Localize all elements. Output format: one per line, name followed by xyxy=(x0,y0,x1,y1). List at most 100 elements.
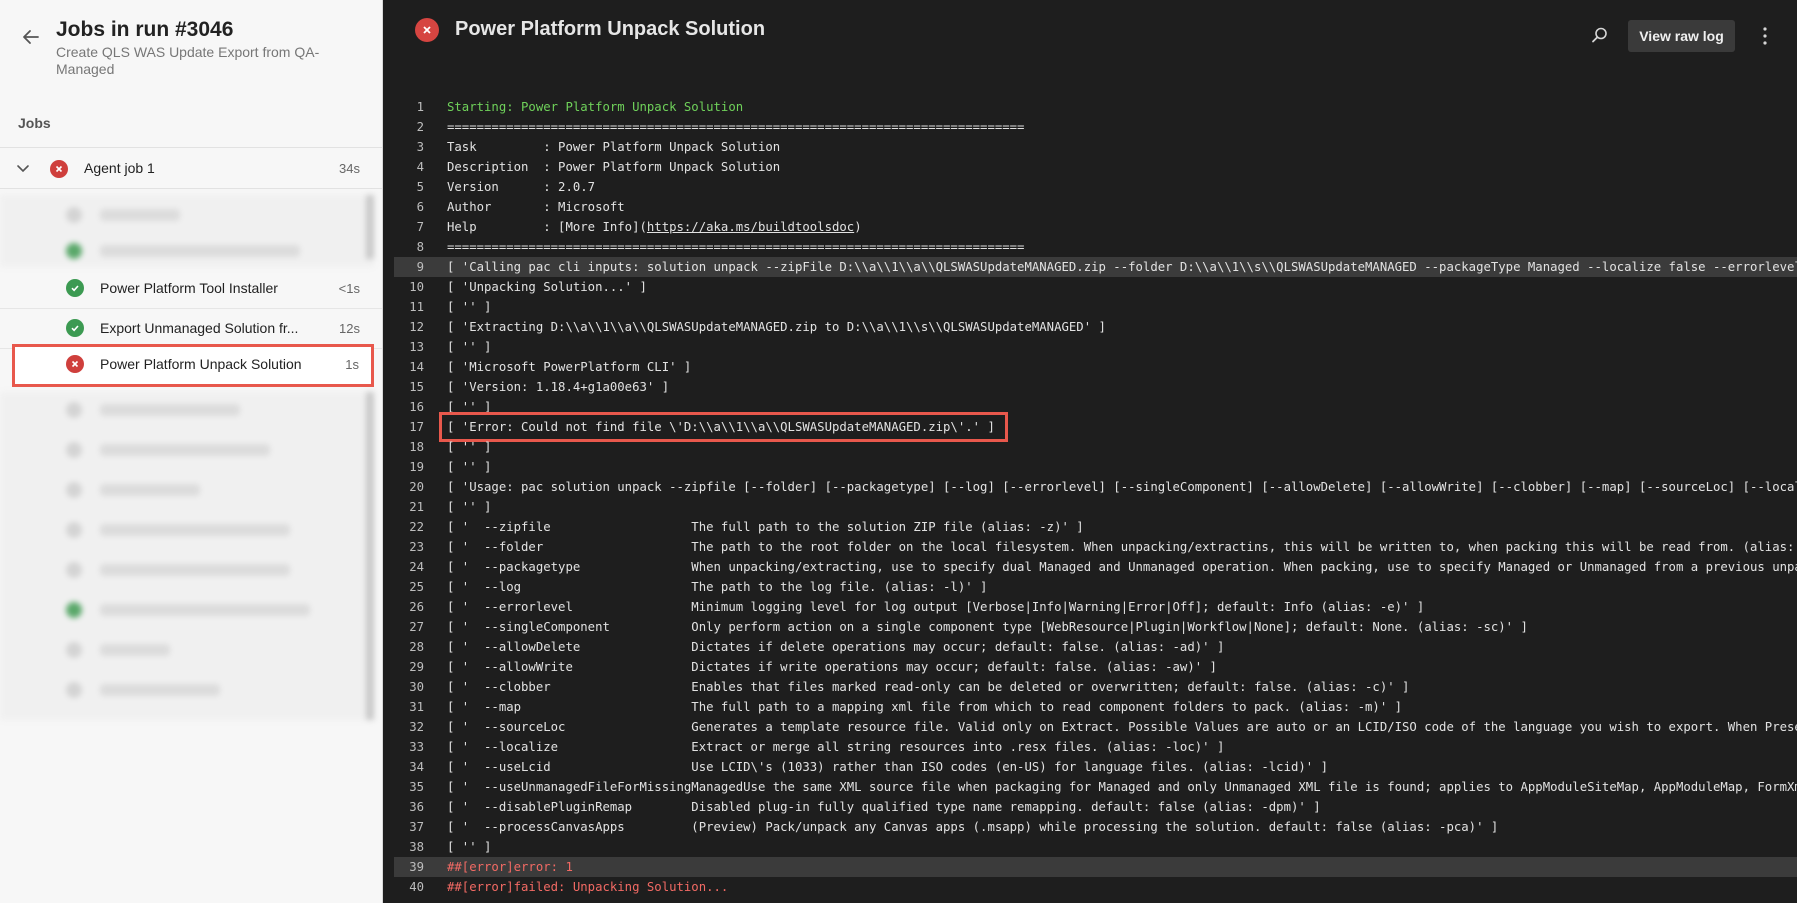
line-number: 6 xyxy=(416,200,424,214)
line-text: [ '' ] xyxy=(447,400,492,414)
line-number: 8 xyxy=(416,240,424,254)
step-duration: <1s xyxy=(338,281,360,296)
log-line: 5 Version : 2.0.7 xyxy=(394,177,1797,197)
help-link[interactable]: https://aka.ms/buildtoolsdoc xyxy=(647,220,854,234)
line-number: 37 xyxy=(409,820,424,834)
log-line: 10 [ 'Unpacking Solution...' ] xyxy=(394,277,1797,297)
step-label: Power Platform Unpack Solution xyxy=(100,356,302,372)
failed-icon xyxy=(66,355,84,373)
line-text: [ ' --useLcid Use LCID\'s (1033) rather … xyxy=(447,760,1328,774)
line-text: [ ' --errorlevel Minimum logging level f… xyxy=(447,600,1425,614)
line-number: 18 xyxy=(409,440,424,454)
search-icon[interactable] xyxy=(1591,26,1609,49)
line-number: 27 xyxy=(409,620,424,634)
log-line: 29 [ ' --allowWrite Dictates if write ope… xyxy=(394,657,1797,677)
line-number: 1 xyxy=(416,100,424,114)
log-line: 32 [ ' --sourceLoc Generates a template r… xyxy=(394,717,1797,737)
line-text: [ 'Extracting D:\\a\\1\\a\\QLSWASUpdateM… xyxy=(447,320,1106,334)
jobs-header: Jobs xyxy=(18,115,51,131)
line-text: [ '' ] xyxy=(447,500,492,514)
log-line: 33 [ ' --localize Extract or merge all st… xyxy=(394,737,1797,757)
line-text: Task : Power Platform Unpack Solution xyxy=(447,140,781,154)
line-number: 40 xyxy=(409,880,424,894)
line-number: 20 xyxy=(409,480,424,494)
line-text: [ ' --allowWrite Dictates if write opera… xyxy=(447,660,1217,674)
succeeded-icon xyxy=(66,319,84,337)
step-export-unmanaged[interactable]: Export Unmanaged Solution fr... 12s xyxy=(0,308,382,349)
succeeded-icon xyxy=(66,279,84,297)
failed-icon xyxy=(415,18,439,42)
line-number: 3 xyxy=(416,140,424,154)
log-line: 3 Task : Power Platform Unpack Solution xyxy=(394,137,1797,157)
line-number: 9 xyxy=(416,260,424,274)
step-tool-installer[interactable]: Power Platform Tool Installer <1s xyxy=(0,268,382,309)
log-line: 4 Description : Power Platform Unpack Sol… xyxy=(394,157,1797,177)
line-text: [ ' --sourceLoc Generates a template res… xyxy=(447,720,1797,734)
agent-job-row[interactable]: Agent job 1 34s xyxy=(0,147,382,189)
line-number: 30 xyxy=(409,680,424,694)
log-line: 6 Author : Microsoft xyxy=(394,197,1797,217)
log-line: 28 [ ' --allowDelete Dictates if delete o… xyxy=(394,637,1797,657)
log-line: 2 =======================================… xyxy=(394,117,1797,137)
line-text: [ '' ] xyxy=(447,300,492,314)
log-line: 37 [ ' --processCanvasApps (Preview) Pack… xyxy=(394,817,1797,837)
line-text: [ '' ] xyxy=(447,460,492,474)
log-line: 25 [ ' --log The path to the log file. (a… xyxy=(394,577,1797,597)
log-line: 21 [ '' ] xyxy=(394,497,1797,517)
log-line: 39 ##[error]error: 1 xyxy=(394,857,1797,877)
line-text: [ '' ] xyxy=(447,440,492,454)
more-vertical-icon[interactable] xyxy=(1761,26,1769,51)
line-number: 21 xyxy=(409,500,424,514)
line-number: 31 xyxy=(409,700,424,714)
line-number: 22 xyxy=(409,520,424,534)
log-line: 34 [ ' --useLcid Use LCID\'s (1033) rathe… xyxy=(394,757,1797,777)
line-number: 35 xyxy=(409,780,424,794)
line-text: [ ' --processCanvasApps (Preview) Pack/u… xyxy=(447,820,1499,834)
log-line: 17 [ 'Error: Could not find file \'D:\\a\… xyxy=(394,412,1797,442)
line-number: 32 xyxy=(409,720,424,734)
line-number: 39 xyxy=(409,860,424,874)
log-line: 12 [ 'Extracting D:\\a\\1\\a\\QLSWASUpdat… xyxy=(394,317,1797,337)
line-number: 5 xyxy=(416,180,424,194)
line-text: [ ' --folder The path to the root folder… xyxy=(447,540,1797,554)
log-output: 1 Starting: Power Platform Unpack Solutio… xyxy=(394,97,1797,903)
line-number: 7 xyxy=(416,220,424,234)
line-text: Help : [More Info](https://aka.ms/buildt… xyxy=(447,220,862,234)
line-number: 33 xyxy=(409,740,424,754)
log-title: Power Platform Unpack Solution xyxy=(455,18,766,40)
line-number: 29 xyxy=(409,660,424,674)
line-text: ##[error]error: 1 xyxy=(447,860,573,874)
line-number: 14 xyxy=(409,360,424,374)
view-raw-log-button[interactable]: View raw log xyxy=(1628,20,1735,52)
line-text: Version : 2.0.7 xyxy=(447,180,596,194)
line-number: 38 xyxy=(409,840,424,854)
log-line: 20 [ 'Usage: pac solution unpack --zipfil… xyxy=(394,477,1797,497)
line-text: [ '' ] xyxy=(447,840,492,854)
line-number: 26 xyxy=(409,600,424,614)
log-line: 22 [ ' --zipfile The full path to the sol… xyxy=(394,517,1797,537)
line-text: [ ' --clobber Enables that files marked … xyxy=(447,680,1410,694)
step-duration: 12s xyxy=(339,321,360,336)
line-number: 36 xyxy=(409,800,424,814)
blurred-steps-bottom xyxy=(0,392,374,720)
chevron-down-icon[interactable] xyxy=(16,161,30,180)
line-number: 4 xyxy=(416,160,424,174)
failed-icon xyxy=(50,160,68,178)
line-text: [ ' --packagetype When unpacking/extract… xyxy=(447,560,1797,574)
log-line: 18 [ '' ] xyxy=(394,437,1797,457)
step-unpack-solution[interactable]: Power Platform Unpack Solution 1s xyxy=(12,344,374,387)
step-label: Power Platform Tool Installer xyxy=(100,280,278,296)
back-button[interactable] xyxy=(16,22,46,52)
log-line: 7 Help : [More Info](https://aka.ms/build… xyxy=(394,217,1797,237)
blurred-steps-top xyxy=(0,195,374,267)
arrow-left-icon xyxy=(23,30,39,44)
log-line: 26 [ ' --errorlevel Minimum logging level… xyxy=(394,597,1797,617)
line-text: ========================================… xyxy=(447,240,1025,254)
agent-job-duration: 34s xyxy=(339,161,360,176)
line-number: 17 xyxy=(409,420,424,434)
log-line: 19 [ '' ] xyxy=(394,457,1797,477)
log-line: 9 [ 'Calling pac cli inputs: solution unp… xyxy=(394,257,1797,277)
line-text: ##[error]failed: Unpacking Solution... xyxy=(447,880,729,894)
log-line: 16 [ '' ] xyxy=(394,397,1797,417)
line-text: [ ' --useUnmanagedFileForMissingManagedU… xyxy=(447,780,1797,794)
